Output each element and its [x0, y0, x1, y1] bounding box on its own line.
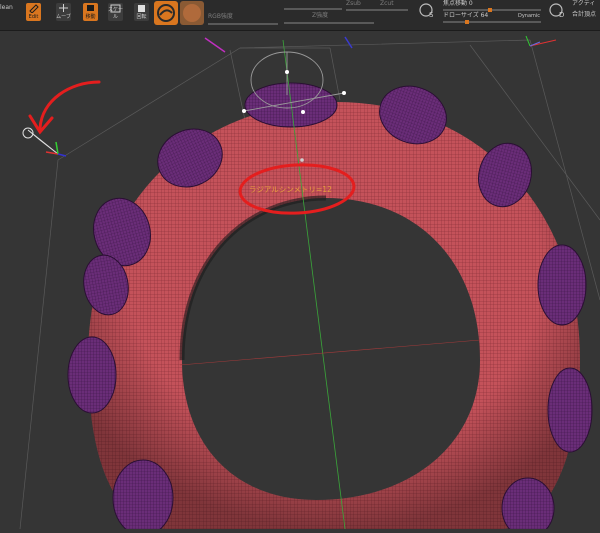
- z-intensity-slider[interactable]: [284, 22, 374, 24]
- toolbar-left-label: lean: [0, 4, 13, 11]
- radial-symmetry-label: ラジアルシンメトリ=12: [249, 185, 332, 194]
- texture-button[interactable]: [180, 1, 204, 25]
- dynamic-label: Dynamic: [518, 13, 541, 19]
- edit-icon: [29, 4, 39, 14]
- mrgb-slider[interactable]: [284, 8, 342, 10]
- edit-button[interactable]: Edit: [26, 3, 41, 21]
- zcut-label: Zcut: [380, 0, 394, 7]
- draw-size-slider[interactable]: [443, 20, 541, 24]
- s-label: S: [429, 11, 434, 19]
- edit-label: Edit: [28, 14, 39, 20]
- rotate-icon: [138, 5, 145, 12]
- d-button[interactable]: D: [548, 2, 565, 19]
- move-label: ムーブ: [56, 14, 71, 20]
- cone-marker[interactable]: [22, 127, 67, 157]
- rotate-button[interactable]: 回転: [134, 3, 149, 21]
- active-points-label: アクティ: [572, 0, 596, 7]
- zcut-slider[interactable]: [346, 9, 408, 11]
- material-button[interactable]: [154, 1, 178, 25]
- texture-circle-icon: [183, 4, 201, 22]
- focal-shift-slider[interactable]: [443, 8, 541, 12]
- annotation-arrow: [28, 80, 101, 135]
- s-button[interactable]: S: [418, 2, 434, 19]
- model-render[interactable]: [0, 31, 600, 533]
- canvas-viewport[interactable]: ラジアルシンメトリ=12: [0, 31, 600, 533]
- translate-label: 移動: [85, 14, 96, 20]
- rotate-label: 回転: [136, 14, 147, 20]
- move-button[interactable]: ムーブ: [56, 3, 71, 21]
- rgb-intensity-label: RGB強度: [208, 13, 233, 20]
- draw-size-label: ドローサイズ 64: [443, 12, 489, 19]
- move-icon: [59, 4, 68, 12]
- z-intensity-label: Z強度: [312, 12, 329, 19]
- total-points-label: 合計頂点: [572, 11, 597, 18]
- translate-button[interactable]: 移動: [83, 3, 98, 21]
- d-label: D: [559, 11, 565, 19]
- toolbar: lean Edit ムーブ 移動 スケール 回転 RGB強度 Z強度 Zsub …: [0, 0, 600, 31]
- rgb-intensity-slider[interactable]: [208, 23, 278, 25]
- focal-shift-label: 焦点移動 0: [443, 0, 473, 7]
- translate-icon: [87, 5, 94, 11]
- material-sphere-icon: [157, 4, 175, 22]
- scale-label: スケール: [108, 7, 124, 20]
- scale-button[interactable]: スケール: [108, 3, 123, 21]
- zsub-label: Zsub: [346, 0, 361, 7]
